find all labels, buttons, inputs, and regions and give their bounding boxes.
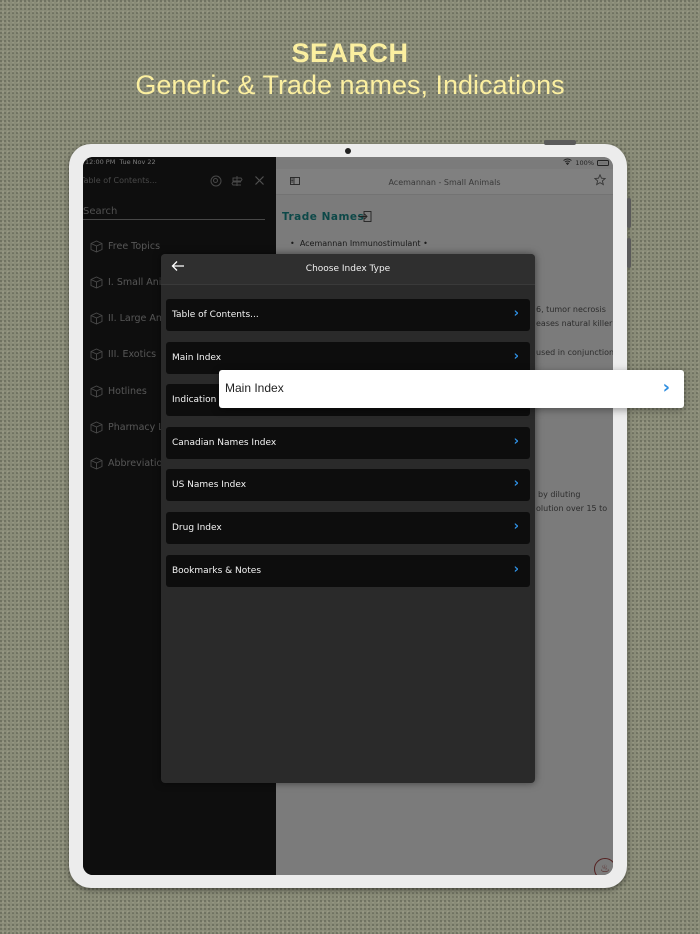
callout-label: Main Index bbox=[225, 381, 284, 395]
chevron-right-icon: › bbox=[513, 519, 519, 534]
row-label: Bookmarks & Notes bbox=[172, 566, 262, 576]
chevron-right-icon: › bbox=[513, 476, 519, 491]
index-row-drug-index[interactable]: Drug Index › bbox=[166, 512, 530, 544]
tablet-volume-down-button bbox=[627, 238, 631, 268]
modal-header: Choose Index Type bbox=[161, 254, 535, 285]
row-label: Drug Index bbox=[172, 523, 222, 533]
chevron-right-icon: › bbox=[513, 562, 519, 577]
tablet-volume-up-button bbox=[627, 198, 631, 228]
chevron-right-icon: › bbox=[513, 349, 519, 364]
choose-index-modal: Choose Index Type Table of Contents... ›… bbox=[161, 254, 535, 783]
index-row-table-of-contents[interactable]: Table of Contents... › bbox=[166, 299, 530, 331]
row-label: Table of Contents... bbox=[172, 310, 259, 320]
chevron-right-icon: › bbox=[513, 434, 519, 449]
tablet-screen: 12:00 PM Tue Nov 22 Table of Contents...… bbox=[83, 157, 613, 875]
index-row-us-names[interactable]: US Names Index › bbox=[166, 469, 530, 501]
camera bbox=[345, 148, 351, 154]
promo-subtitle: Generic & Trade names, Indications bbox=[135, 70, 565, 100]
modal-title: Choose Index Type bbox=[305, 264, 391, 274]
row-label: Main Index bbox=[172, 353, 222, 363]
index-row-bookmarks-notes[interactable]: Bookmarks & Notes › bbox=[166, 555, 530, 587]
tablet-top-button bbox=[544, 140, 576, 145]
index-row-canadian-names[interactable]: Canadian Names Index › bbox=[166, 427, 530, 459]
chevron-right-icon: › bbox=[513, 306, 519, 321]
promo-title: SEARCH bbox=[291, 38, 409, 68]
main-index-callout[interactable]: Main Index › bbox=[219, 370, 684, 408]
chevron-right-icon: › bbox=[662, 377, 670, 398]
row-label: Canadian Names Index bbox=[172, 438, 277, 448]
row-label: US Names Index bbox=[172, 480, 247, 490]
